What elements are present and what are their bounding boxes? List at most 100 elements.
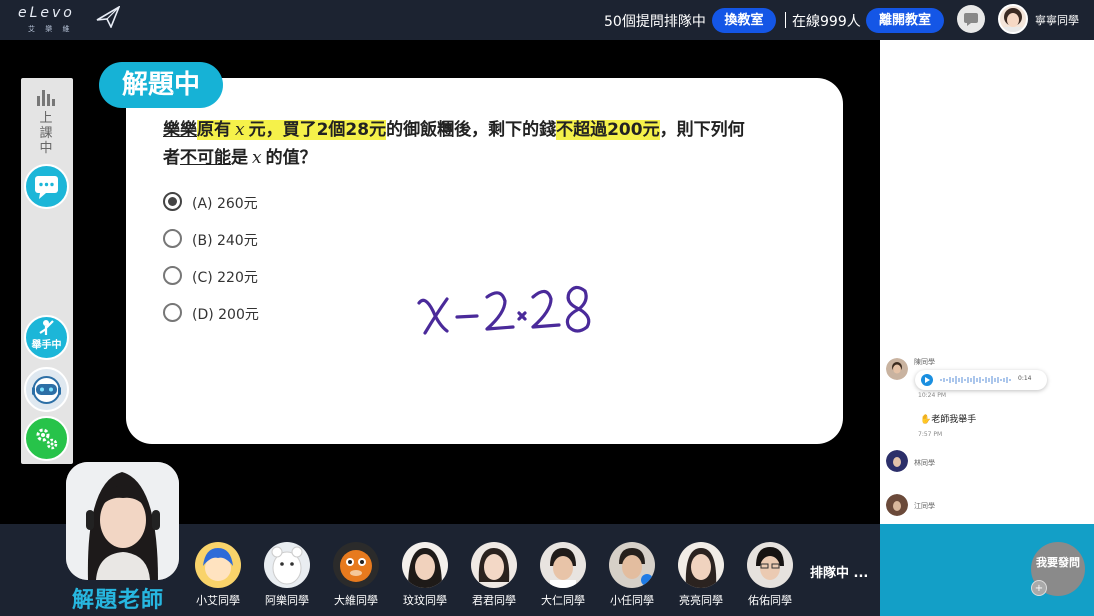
q-part-middle: 的御飯糰後，剩下的錢 [386, 120, 557, 140]
student-tile[interactable]: 玟玟同學 [395, 542, 455, 608]
top-bar: eLevo 艾 樂 維 50個提問排隊中 換教室 在線999人 離開教室 寧寧同… [0, 0, 1094, 40]
teacher-video [66, 462, 179, 580]
hand-emoji-icon: ✋ [920, 415, 932, 425]
q-part-limit: 不超過200元 [556, 120, 660, 140]
teacher-label: 解題老師 [72, 588, 165, 613]
student-tile[interactable]: 亮亮同學 [671, 542, 731, 608]
student-name: 大維同學 [334, 594, 378, 607]
leave-classroom-button[interactable]: 離開教室 [866, 8, 944, 33]
student-name: 君君同學 [472, 594, 516, 607]
raise-hand-message-text: 老師我舉手 [931, 415, 977, 425]
waveform-icon [940, 376, 1011, 384]
divider [785, 12, 786, 28]
user-avatar[interactable] [998, 4, 1028, 34]
radio-c[interactable] [163, 266, 182, 285]
q-part-is: 是 [231, 148, 248, 168]
radio-b[interactable] [163, 229, 182, 248]
q-var-x: x [231, 120, 249, 140]
plus-icon[interactable]: + [1031, 580, 1047, 596]
switch-classroom-button[interactable]: 換教室 [712, 8, 776, 33]
student-tile[interactable]: 佑佑同學 [740, 542, 800, 608]
gear-icon [36, 428, 58, 450]
message-icon [35, 176, 58, 199]
handwritten-annotation [417, 285, 591, 335]
student-tile[interactable]: 大仁同學 [533, 542, 593, 608]
option-a-label: (A) 260元 [192, 196, 258, 212]
ask-question-panel: 我要發問 + [880, 524, 1094, 616]
student-avatar-image [619, 548, 653, 586]
student-name: 亮亮同學 [679, 594, 723, 607]
student-avatar [609, 542, 655, 588]
student-tile[interactable]: 君君同學 [464, 542, 524, 608]
radio-d[interactable] [163, 303, 182, 322]
student-avatar-image [756, 547, 784, 580]
student-avatar [678, 542, 724, 588]
chat-name-1: 陳同學 [914, 358, 935, 366]
chat-toggle-button[interactable] [957, 5, 985, 33]
signal-bars-icon [37, 90, 55, 106]
raise-hand-button[interactable]: 舉手中 [24, 315, 69, 360]
student-avatar-image [478, 548, 510, 582]
chat-time-1: 10:24 PM [918, 392, 946, 399]
user-avatar-image [1004, 8, 1022, 32]
chat-avatar-3 [886, 494, 908, 516]
student-name: 小艾同學 [196, 594, 240, 607]
student-avatar-image [550, 548, 576, 588]
q-var-x-2: x [252, 148, 262, 168]
q-part-line2: 者 [163, 148, 180, 168]
student-tile[interactable]: 阿樂同學 [257, 542, 317, 608]
student-avatar-image [685, 548, 717, 588]
paper-plane-icon [96, 6, 120, 28]
solving-badge: 解題中 [99, 62, 223, 108]
q-part-name: 樂樂 [163, 120, 197, 140]
student-avatar [471, 542, 517, 588]
question-queue-count: 50個提問排隊中 [604, 14, 706, 30]
student-name: 玟玟同學 [403, 594, 447, 607]
raise-hand-icon [39, 320, 54, 335]
online-count: 在線999人 [792, 14, 861, 30]
radio-a[interactable] [163, 192, 182, 211]
play-icon[interactable] [921, 374, 933, 386]
logo-text: eLevo [18, 5, 75, 21]
message-button[interactable] [24, 164, 69, 209]
student-avatar-image [271, 546, 303, 585]
student-tile[interactable]: 大維同學 [326, 542, 386, 608]
student-avatar [747, 542, 793, 588]
chat-bubble-icon [964, 13, 978, 26]
assistant-robot-button[interactable] [24, 367, 69, 412]
student-avatar [540, 542, 586, 588]
voice-message[interactable]: 0:14 [915, 370, 1047, 390]
student-avatar [195, 542, 241, 588]
elevo-logo: eLevo 艾 樂 維 [18, 5, 128, 35]
queue-more-text[interactable]: 排隊中 ... [810, 562, 868, 581]
settings-button[interactable] [24, 416, 69, 461]
q-part-yuan: 元，買了 [248, 120, 317, 140]
left-toolbar: 上課中 舉手中 [21, 78, 73, 464]
chat-avatar-2 [886, 450, 908, 472]
q-part-original: 原有 [197, 120, 231, 140]
student-avatar-image [408, 548, 442, 588]
student-tile[interactable]: 小艾同學 [188, 542, 248, 608]
robot-icon [32, 376, 61, 404]
chat-name-3: 江同學 [914, 502, 935, 510]
student-name: 佑佑同學 [748, 594, 792, 607]
user-name: 寧寧同學 [1035, 14, 1079, 27]
q-part-end: ，則下列何 [659, 120, 745, 140]
student-name: 大仁同學 [541, 594, 585, 607]
student-avatar [264, 542, 310, 588]
option-b-label: (B) 240元 [192, 233, 258, 249]
q-part-impossible: 不可能 [180, 148, 231, 168]
student-avatar [402, 542, 448, 588]
student-name: 阿樂同學 [265, 594, 309, 607]
student-name: 小任同學 [610, 594, 654, 607]
student-avatar [333, 542, 379, 588]
chat-panel: 陳同學 0:14 10:24 PM ✋老師我舉手 7:57 PM 林同學 江同學 [880, 40, 1094, 524]
raise-hand-message: ✋老師我舉手 [920, 412, 976, 425]
option-d-label: (D) 200元 [192, 307, 259, 323]
raise-hand-label: 舉手中 [31, 340, 62, 351]
voice-duration: 0:14 [1018, 375, 1032, 382]
chat-avatar-1 [886, 358, 908, 380]
chat-time-2: 7:57 PM [918, 431, 943, 438]
logo-subtext: 艾 樂 維 [28, 25, 74, 33]
student-tile[interactable]: 小任同學 [602, 542, 662, 608]
